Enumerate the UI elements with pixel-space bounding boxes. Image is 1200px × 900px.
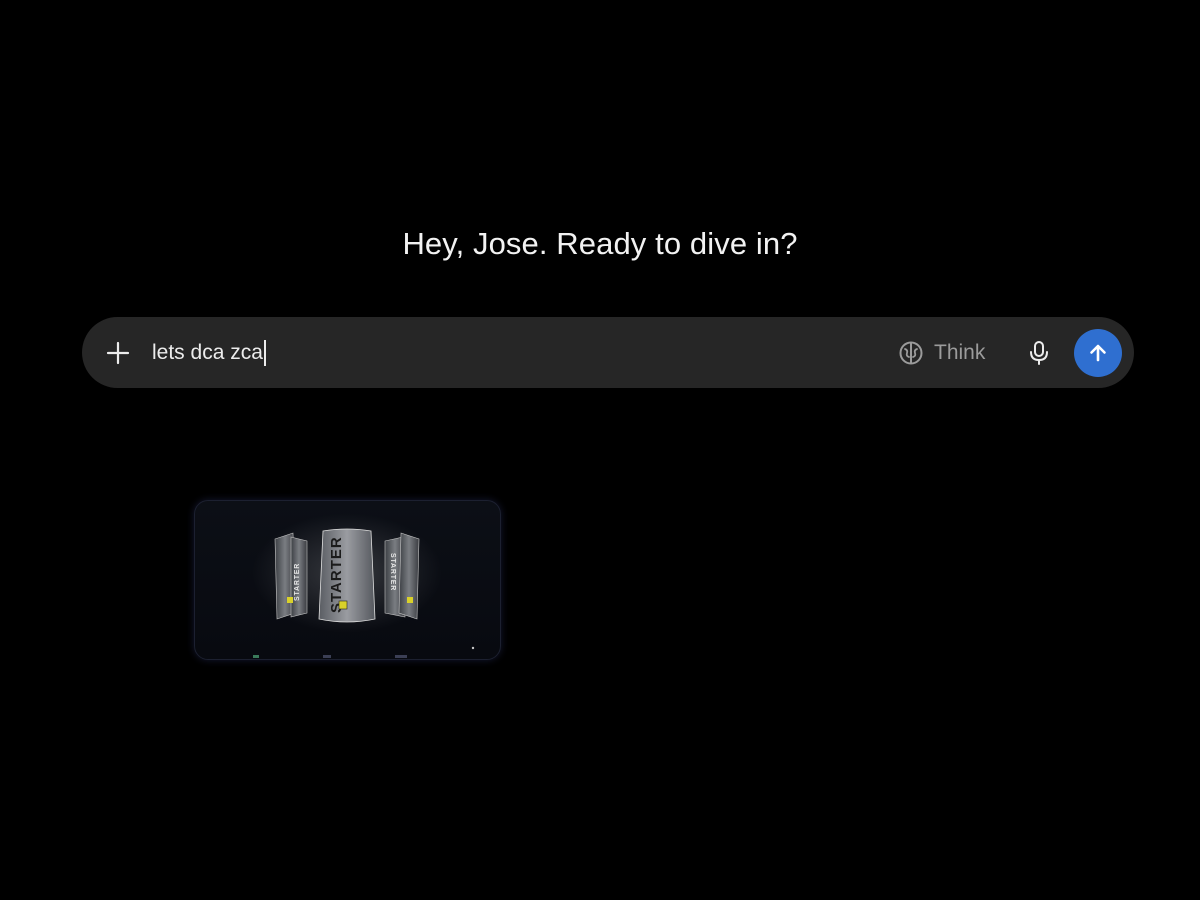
message-composer: lets dca zca Think — [82, 317, 1134, 388]
greeting-heading: Hey, Jose. Ready to dive in? — [402, 226, 798, 261]
chat-home-screen: Hey, Jose. Ready to dive in? lets dca zc… — [0, 0, 1200, 900]
bag-brand-label-left: STARTER — [294, 563, 301, 601]
text-caret — [263, 340, 266, 366]
bag-brand-label-right: STARTER — [389, 553, 396, 591]
message-input-value: lets dca zca — [152, 341, 263, 364]
voice-input-button[interactable] — [1024, 338, 1054, 368]
arrow-up-icon — [1090, 344, 1106, 362]
image-attachment-thumbnail[interactable]: STARTER STARTER STARTER — [194, 500, 501, 660]
product-bags-image: STARTER STARTER STARTER — [252, 513, 475, 658]
message-input[interactable]: lets dca zca — [152, 335, 852, 371]
microphone-icon — [1030, 341, 1048, 365]
brain-icon — [899, 341, 923, 365]
think-toggle-button[interactable]: Think — [898, 337, 985, 369]
think-label: Think — [934, 341, 986, 364]
add-attachment-button[interactable] — [104, 339, 132, 367]
plus-icon — [106, 341, 130, 365]
send-button[interactable] — [1074, 329, 1122, 377]
